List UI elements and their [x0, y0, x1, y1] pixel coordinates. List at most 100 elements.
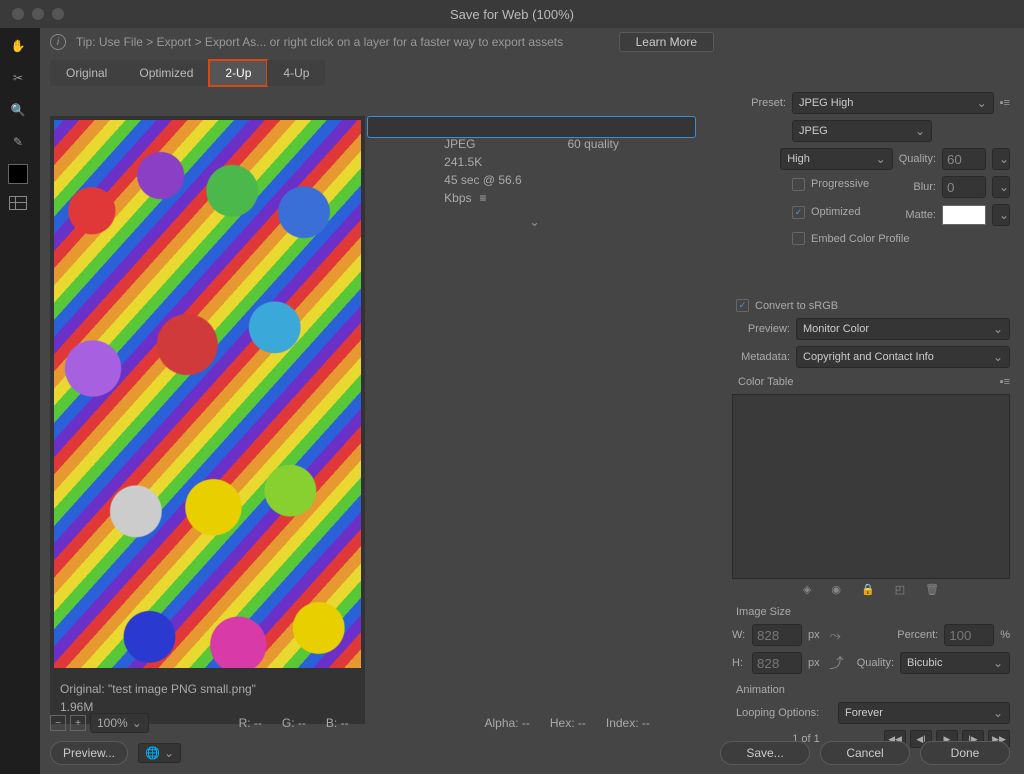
color-table-label: Color Table: [738, 376, 793, 388]
quality-input[interactable]: [942, 148, 986, 170]
width-label: W:: [732, 629, 746, 641]
preview-select[interactable]: Monitor Color: [796, 318, 1010, 340]
r-value: R: --: [239, 716, 262, 730]
eyedropper-tool-icon[interactable]: ✎: [8, 132, 28, 152]
image-size-label: Image Size: [736, 606, 1010, 618]
px-label: px: [808, 629, 820, 641]
cancel-button[interactable]: Cancel: [820, 741, 910, 765]
color-table: [732, 394, 1010, 579]
quality-label: Quality:: [899, 153, 936, 165]
zoom-select[interactable]: 100%: [90, 713, 149, 733]
window-controls: [0, 8, 64, 20]
slice-tool-icon[interactable]: ✂: [8, 68, 28, 88]
tip-text: Tip: Use File > Export > Export As... or…: [76, 35, 563, 49]
height-input[interactable]: [752, 652, 802, 674]
hand-tool-icon[interactable]: ✋: [8, 36, 28, 56]
original-filename: Original: "test image PNG small.png": [60, 680, 355, 698]
settings-panel: Preset: JPEG High ▪≡ JPEG High Quality: …: [718, 84, 1024, 774]
save-button[interactable]: Save...: [720, 741, 810, 765]
zoom-tool-icon[interactable]: 🔍: [8, 100, 28, 120]
ct-shift-icon[interactable]: ◉: [831, 583, 841, 596]
height-label: H:: [732, 657, 746, 669]
original-pane[interactable]: Original: "test image PNG small.png" 1.9…: [50, 116, 365, 724]
progressive-checkbox[interactable]: [792, 178, 805, 191]
resample-quality-label: Quality:: [857, 657, 894, 669]
preset-select[interactable]: JPEG High: [792, 92, 994, 114]
embed-profile-label: Embed Color Profile: [811, 233, 909, 245]
zoom-out-button[interactable]: −: [50, 715, 66, 731]
progressive-label: Progressive: [811, 178, 869, 190]
embed-profile-checkbox[interactable]: [792, 232, 805, 245]
resample-select[interactable]: Bicubic: [900, 652, 1010, 674]
zoom-in-button[interactable]: +: [70, 715, 86, 731]
browser-select[interactable]: 🌐: [138, 743, 181, 763]
hex-value: Hex: --: [550, 716, 586, 730]
b-value: B: --: [326, 716, 349, 730]
link-icon[interactable]: ⤳: [826, 627, 845, 644]
blur-input[interactable]: [942, 176, 986, 198]
tab-4up[interactable]: 4-Up: [267, 60, 325, 86]
convert-srgb-label: Convert to sRGB: [755, 300, 838, 312]
tab-2up[interactable]: 2-Up: [209, 60, 267, 86]
tab-original[interactable]: Original: [50, 60, 123, 86]
slice-visibility-icon[interactable]: [9, 196, 27, 210]
zoom-window-icon[interactable]: [52, 8, 64, 20]
main-panel: i Tip: Use File > Export > Export As... …: [40, 28, 1024, 774]
matte-swatch[interactable]: [942, 205, 986, 225]
preset-label: Preset:: [732, 97, 786, 109]
percent-label: Percent:: [897, 629, 938, 641]
ct-lock-icon[interactable]: 🔒: [861, 583, 875, 596]
tab-optimized[interactable]: Optimized: [123, 60, 209, 86]
g-value: G: --: [282, 716, 306, 730]
matte-label: Matte:: [905, 209, 936, 221]
color-swatch[interactable]: [8, 164, 28, 184]
minimize-window-icon[interactable]: [32, 8, 44, 20]
alpha-value: Alpha: --: [485, 716, 530, 730]
tool-sidebar: ✋ ✂ 🔍 ✎: [0, 28, 36, 228]
status-bar: − + 100% R: -- G: -- B: -- Alpha: -- Hex…: [50, 710, 696, 736]
close-window-icon[interactable]: [12, 8, 24, 20]
optimized-quality: 60 quality: [532, 135, 619, 153]
format-select[interactable]: JPEG: [792, 120, 932, 142]
ct-trash-icon[interactable]: 🗑: [925, 583, 939, 596]
original-image: [54, 120, 361, 668]
convert-srgb-checkbox[interactable]: [736, 299, 749, 312]
footer: Preview... 🌐 Save... Cancel Done: [50, 738, 1010, 768]
tip-bar: i Tip: Use File > Export > Export As... …: [40, 28, 1024, 56]
ct-snap-icon[interactable]: ◈: [803, 583, 811, 596]
percent-input[interactable]: [944, 624, 994, 646]
preview-area: Original: "test image PNG small.png" 1.9…: [50, 116, 696, 724]
link-icon-2[interactable]: ⤴: [826, 653, 848, 673]
metadata-label: Metadata:: [732, 351, 790, 363]
view-tabs: Original Optimized 2-Up 4-Up: [50, 60, 1024, 86]
optimized-info: JPEG 241.5K 45 sec @ 56.6 Kbps≡ 60 quali…: [434, 127, 629, 215]
optimized-checkbox[interactable]: [792, 206, 805, 219]
looping-label: Looping Options:: [736, 707, 832, 719]
animation-label: Animation: [736, 684, 1010, 696]
ct-new-icon[interactable]: ◰: [895, 583, 905, 596]
preview-label: Preview:: [732, 323, 790, 335]
matte-menu-icon[interactable]: [992, 204, 1010, 226]
done-button[interactable]: Done: [920, 741, 1010, 765]
quality-slider-icon[interactable]: [992, 148, 1010, 170]
blur-label: Blur:: [913, 181, 936, 193]
speed-menu-icon[interactable]: ≡: [472, 191, 487, 205]
quality-preset-select[interactable]: High: [780, 148, 892, 170]
looping-select[interactable]: Forever: [838, 702, 1010, 724]
titlebar: Save for Web (100%): [0, 0, 1024, 28]
index-value: Index: --: [606, 716, 650, 730]
optimized-pane[interactable]: JPEG 241.5K 45 sec @ 56.6 Kbps≡ 60 quali…: [367, 116, 696, 138]
window-title: Save for Web (100%): [450, 7, 574, 22]
width-input[interactable]: [752, 624, 802, 646]
metadata-select[interactable]: Copyright and Contact Info: [796, 346, 1010, 368]
px-label-2: px: [808, 657, 820, 669]
pct-label: %: [1000, 629, 1010, 641]
blur-slider-icon[interactable]: [992, 176, 1010, 198]
preset-menu-icon[interactable]: ▪≡: [1000, 97, 1010, 109]
color-table-menu-icon[interactable]: ▪≡: [1000, 376, 1010, 388]
learn-more-button[interactable]: Learn More: [619, 32, 714, 52]
preview-button[interactable]: Preview...: [50, 741, 128, 765]
optimized-label: Optimized: [811, 206, 861, 218]
optimized-format: JPEG: [444, 135, 531, 153]
optimized-filesize: 241.5K: [444, 153, 531, 171]
